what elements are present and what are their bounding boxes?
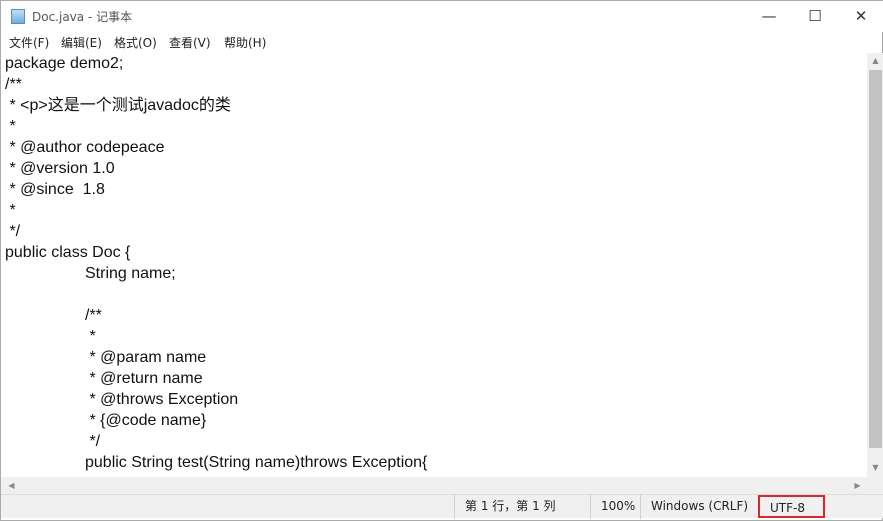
menu-help[interactable]: 帮助(H) — [224, 34, 266, 51]
text-line: */ — [85, 433, 101, 450]
text-line: * — [5, 202, 16, 219]
minimize-button[interactable]: — — [746, 1, 792, 32]
zoom-level: 100% — [590, 495, 640, 519]
scrollbar-corner — [867, 477, 883, 494]
text-line: * @return name — [85, 370, 203, 387]
status-bar: 第 1 行，第 1 列 100% Windows (CRLF) UTF-8 — [1, 494, 883, 519]
window-title: Doc.java - 记事本 — [32, 10, 133, 24]
text-line: * <p>这是一个测试javadoc的类 — [5, 97, 231, 114]
text-line: * — [85, 328, 96, 345]
text-line: /** — [85, 307, 102, 324]
scroll-down-icon[interactable]: ▼ — [867, 463, 883, 472]
text-line: * @throws Exception — [85, 391, 239, 408]
scroll-up-icon[interactable]: ▲ — [867, 56, 883, 65]
notepad-icon — [11, 9, 25, 24]
menu-view[interactable]: 查看(V) — [169, 34, 211, 51]
text-line: * @author codepeace — [5, 139, 165, 156]
text-line: String name; — [85, 265, 176, 282]
menu-format[interactable]: 格式(O) — [114, 34, 157, 51]
menu-file[interactable]: 文件(F) — [9, 34, 49, 51]
scroll-right-icon[interactable]: ▶ — [849, 481, 866, 490]
text-line: public class Doc { — [5, 244, 131, 261]
text-line: /** — [5, 76, 22, 93]
maximize-button[interactable]: ☐ — [792, 1, 838, 32]
scroll-left-icon[interactable]: ◀ — [3, 481, 20, 490]
vertical-scrollbar[interactable]: ▲ ▼ — [867, 53, 883, 477]
close-button[interactable]: ✕ — [838, 1, 883, 32]
menu-edit[interactable]: 编辑(E) — [61, 34, 102, 51]
text-editor[interactable]: package demo2; /** * <p>这是一个测试javadoc的类 *… — [1, 53, 867, 477]
horizontal-scrollbar[interactable]: ◀ ▶ — [1, 477, 867, 494]
text-line: * {@code name} — [85, 412, 207, 429]
scroll-thumb[interactable] — [869, 70, 882, 448]
text-line: */ — [5, 223, 21, 240]
line-ending: Windows (CRLF) — [640, 495, 758, 519]
cursor-position: 第 1 行，第 1 列 — [454, 495, 590, 519]
text-line: * @param name — [85, 349, 207, 366]
text-line: public String test(String name)throws Ex… — [85, 454, 428, 471]
text-line: * @since 1.8 — [5, 181, 105, 198]
text-line: * — [5, 118, 16, 135]
menu-bar: 文件(F) 编辑(E) 格式(O) 查看(V) 帮助(H) — [1, 32, 883, 52]
encoding: UTF-8 — [758, 495, 825, 518]
text-line: package demo2; — [5, 55, 124, 72]
text-line: * @version 1.0 — [5, 160, 115, 177]
title-bar: Doc.java - 记事本 — ☐ ✕ — [1, 1, 883, 32]
